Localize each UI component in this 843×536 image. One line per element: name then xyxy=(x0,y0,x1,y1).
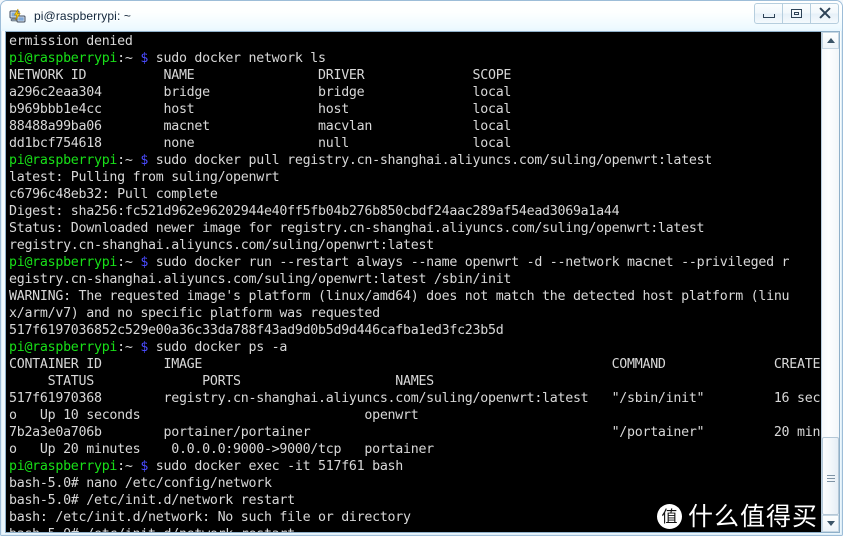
prompt-path: :~ xyxy=(117,255,133,270)
terminal-output-line: 88488a99ba06 macnet macvlan local xyxy=(9,118,821,135)
prompt-user: pi@raspberrypi xyxy=(9,153,118,168)
grip-icon xyxy=(826,473,835,482)
terminal-text: Digest: sha256:fc521d962e96202944e40ff5f… xyxy=(9,204,620,219)
scroll-down-button[interactable] xyxy=(822,515,839,532)
scrollbar-thumb[interactable] xyxy=(822,437,839,515)
terminal-prompt-line: pi@raspberrypi:~ $ sudo docker network l… xyxy=(9,50,821,67)
minimize-button[interactable] xyxy=(754,3,783,24)
prompt-path: :~ xyxy=(117,51,133,66)
terminal-scrollbar[interactable] xyxy=(821,32,839,532)
scroll-up-button[interactable] xyxy=(822,32,839,49)
window-title: pi@raspberrypi: ~ xyxy=(34,9,131,23)
close-icon xyxy=(819,8,831,19)
terminal-output-line: bash-5.0# /etc/init.d/network restart xyxy=(9,492,821,509)
prompt-command: sudo docker ps -a xyxy=(148,340,288,355)
terminal-output-line: Status: Downloaded newer image for regis… xyxy=(9,220,821,237)
prompt-symbol: $ xyxy=(132,255,149,270)
terminal-output-line: b969bbb1e4cc host host local xyxy=(9,101,821,118)
terminal-output-line: a296c2eaa304 bridge bridge local xyxy=(9,84,821,101)
terminal-output-line: 517f6197036852c529e00a36c33da788f43ad9d0… xyxy=(9,322,821,339)
terminal-text: o Up 20 minutes 0.0.0.0:9000->9000/tcp p… xyxy=(9,442,434,457)
prompt-command: sudo docker run --restart always --name … xyxy=(148,255,790,270)
prompt-symbol: $ xyxy=(132,459,149,474)
prompt-user: pi@raspberrypi xyxy=(9,340,118,355)
terminal-text: latest: Pulling from suling/openwrt xyxy=(9,170,280,185)
chevron-down-icon xyxy=(826,521,835,526)
prompt-user: pi@raspberrypi xyxy=(9,51,118,66)
terminal-text: NETWORK ID NAME DRIVER SCOPE xyxy=(9,68,512,83)
terminal-prompt-line: pi@raspberrypi:~ $ sudo docker pull regi… xyxy=(9,152,821,169)
minimize-icon xyxy=(762,14,775,18)
terminal-text: 7b2a3e0a706b portainer/portainer "/porta… xyxy=(9,425,821,440)
terminal-output-line: o Up 10 seconds openwrt xyxy=(9,407,821,424)
terminal-text: dd1bcf754618 none null local xyxy=(9,136,512,151)
terminal-window: pi@raspberrypi: ~ ermission denied pi@ras… xyxy=(0,0,843,536)
terminal-output-line: latest: Pulling from suling/openwrt xyxy=(9,169,821,186)
prompt-path: :~ xyxy=(117,153,133,168)
terminal-output-line: 7b2a3e0a706b portainer/portainer "/porta… xyxy=(9,424,821,441)
terminal-text: egistry.cn-shanghai.aliyuncs.com/suling/… xyxy=(9,272,512,287)
terminal-output-line: egistry.cn-shanghai.aliyuncs.com/suling/… xyxy=(9,271,821,288)
terminal-area: ermission denied pi@raspberrypi:~ $ sudo … xyxy=(5,31,840,533)
terminal-text: 517f6197036852c529e00a36c33da788f43ad9d0… xyxy=(9,323,504,338)
terminal-text: c6796c48eb32: Pull complete xyxy=(9,187,218,202)
terminal-prompt-line: pi@raspberrypi:~ $ sudo docker run --res… xyxy=(9,254,821,271)
terminal-text: Status: Downloaded newer image for regis… xyxy=(9,221,705,236)
close-button[interactable] xyxy=(810,3,839,24)
prompt-symbol: $ xyxy=(132,340,149,355)
terminal-output-line: o Up 20 minutes 0.0.0.0:9000->9000/tcp p… xyxy=(9,441,821,458)
maximize-icon xyxy=(791,9,802,18)
prompt-path: :~ xyxy=(117,459,133,474)
prompt-command: sudo docker network ls xyxy=(148,51,326,66)
terminal-text: CONTAINER ID IMAGE COMMAND CREATED xyxy=(9,357,821,372)
prompt-symbol: $ xyxy=(132,51,149,66)
terminal-output-line: ermission denied xyxy=(9,33,821,50)
screenshot-root: pi@raspberrypi: ~ ermission denied pi@ras… xyxy=(0,0,843,536)
terminal-text: bash-5.0# /etc/init.d/network restart xyxy=(9,527,295,532)
prompt-symbol: $ xyxy=(132,153,149,168)
terminal-output-line: CONTAINER ID IMAGE COMMAND CREATED xyxy=(9,356,821,373)
terminal-text: bash-5.0# nano /etc/config/network xyxy=(9,476,272,491)
prompt-command: sudo docker pull registry.cn-shanghai.al… xyxy=(148,153,713,168)
terminal-output-line: bash: /etc/init.d/network: No such file … xyxy=(9,509,821,526)
terminal-text: ermission denied xyxy=(9,34,133,49)
window-controls xyxy=(754,3,839,24)
terminal-text: b969bbb1e4cc host host local xyxy=(9,102,512,117)
terminal-output-line: WARNING: The requested image's platform … xyxy=(9,288,821,305)
terminal-text: o Up 10 seconds openwrt xyxy=(9,408,419,423)
title-bar[interactable]: pi@raspberrypi: ~ xyxy=(1,1,842,31)
terminal-output-line: c6796c48eb32: Pull complete xyxy=(9,186,821,203)
terminal-text: bash-5.0# /etc/init.d/network restart xyxy=(9,493,295,508)
terminal-output-line: dd1bcf754618 none null local xyxy=(9,135,821,152)
prompt-command: sudo docker exec -it 517f61 bash xyxy=(148,459,404,474)
terminal-text: STATUS PORTS NAMES xyxy=(9,374,435,389)
terminal-output-line: 517f61970368 registry.cn-shanghai.aliyun… xyxy=(9,390,821,407)
terminal-output-line: x/arm/v7) and no specific platform was r… xyxy=(9,305,821,322)
terminal-text: 517f61970368 registry.cn-shanghai.aliyun… xyxy=(9,391,821,406)
prompt-path: :~ xyxy=(117,340,133,355)
putty-icon xyxy=(9,8,27,26)
terminal-prompt-line: pi@raspberrypi:~ $ sudo docker ps -a xyxy=(9,339,821,356)
terminal-text: bash: /etc/init.d/network: No such file … xyxy=(9,510,411,525)
terminal-text: 88488a99ba06 macnet macvlan local xyxy=(9,119,512,134)
terminal-output-line: bash-5.0# nano /etc/config/network xyxy=(9,475,821,492)
terminal-text: WARNING: The requested image's platform … xyxy=(9,289,790,304)
terminal-output-line: STATUS PORTS NAMES xyxy=(9,373,821,390)
terminal-output-line: bash-5.0# /etc/init.d/network restart xyxy=(9,526,821,532)
terminal-text: registry.cn-shanghai.aliyuncs.com/suling… xyxy=(9,238,434,253)
maximize-button[interactable] xyxy=(782,3,811,24)
terminal-output-line: registry.cn-shanghai.aliyuncs.com/suling… xyxy=(9,237,821,254)
terminal-output-line: Digest: sha256:fc521d962e96202944e40ff5f… xyxy=(9,203,821,220)
chevron-up-icon xyxy=(826,38,835,43)
prompt-user: pi@raspberrypi xyxy=(9,255,118,270)
terminal-output-line: NETWORK ID NAME DRIVER SCOPE xyxy=(9,67,821,84)
prompt-user: pi@raspberrypi xyxy=(9,459,118,474)
terminal-text: a296c2eaa304 bridge bridge local xyxy=(9,85,512,100)
terminal-prompt-line: pi@raspberrypi:~ $ sudo docker exec -it … xyxy=(9,458,821,475)
terminal-text: x/arm/v7) and no specific platform was r… xyxy=(9,306,380,321)
terminal-output[interactable]: ermission denied pi@raspberrypi:~ $ sudo … xyxy=(6,32,821,532)
